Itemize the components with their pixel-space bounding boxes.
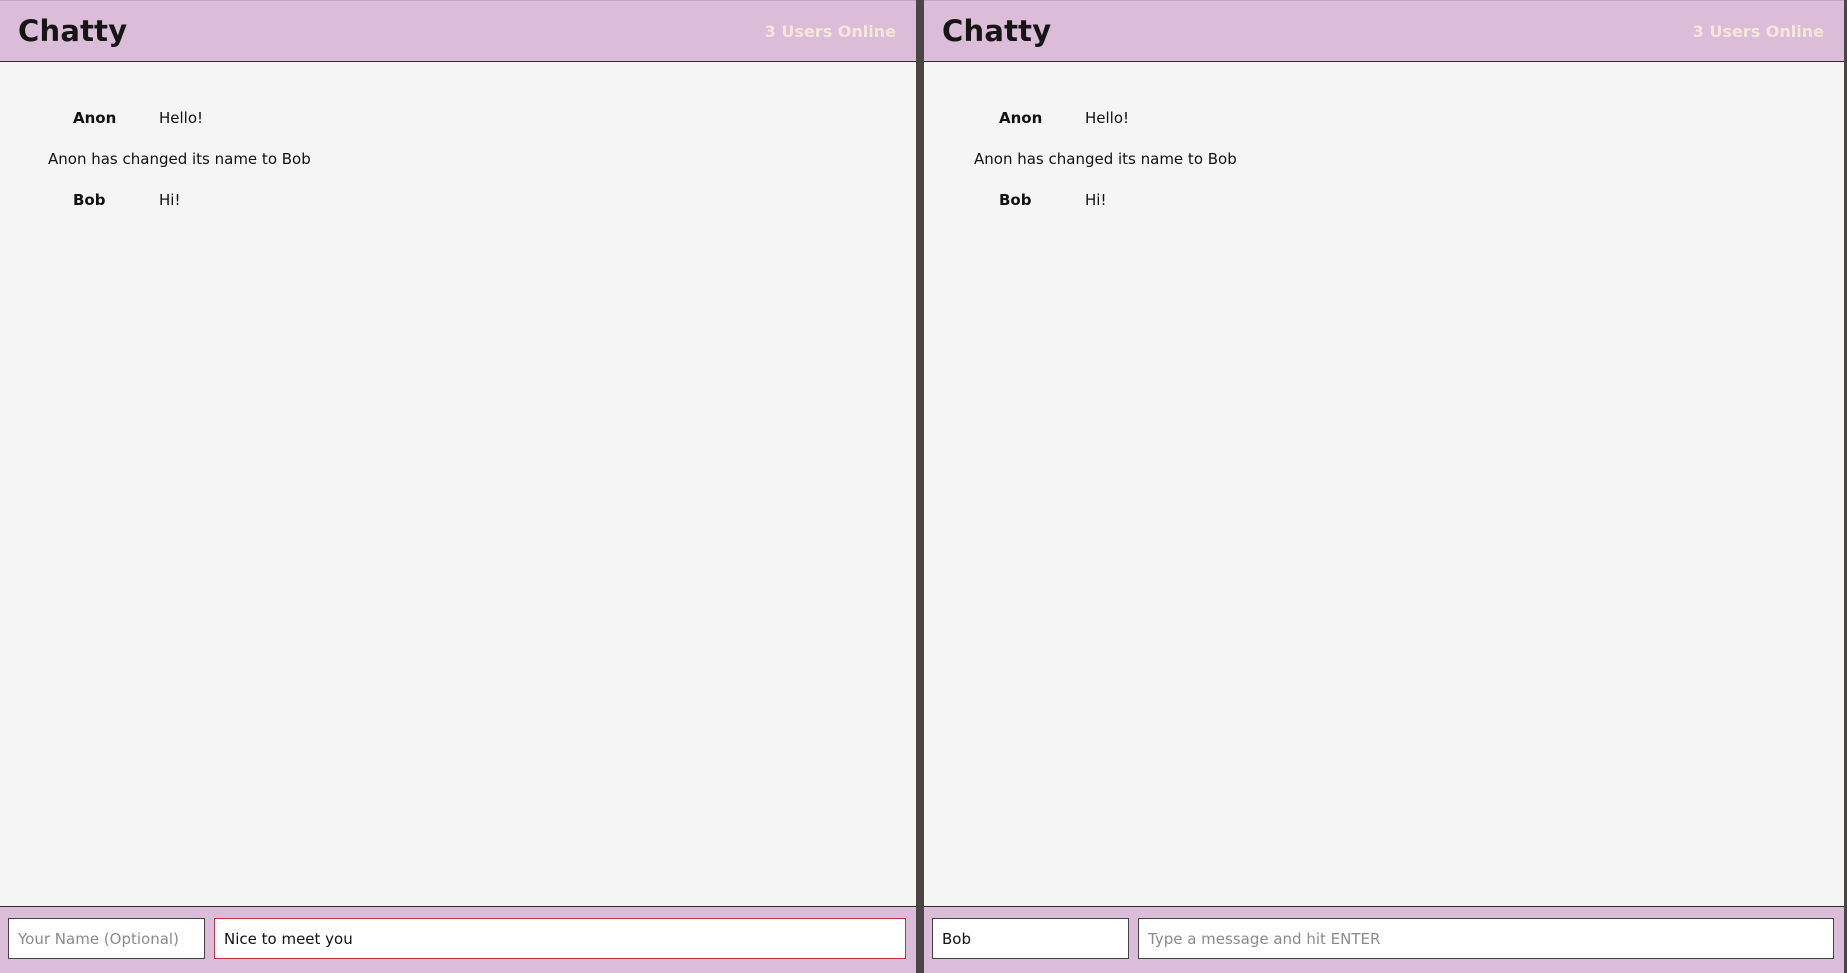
message-item: Bob Hi! (0, 191, 916, 215)
message-input[interactable] (214, 918, 906, 959)
message-username: Bob (73, 191, 106, 209)
message-username: Anon (73, 109, 117, 127)
message-input[interactable] (1138, 918, 1834, 959)
brand-title[interactable]: Chatty (18, 14, 127, 48)
username-input[interactable] (8, 918, 205, 959)
message-item: Anon Hello! (0, 109, 916, 133)
chat-window-right: Chatty 3 Users Online Anon Hello! Anon h… (924, 0, 1844, 973)
notification-message: Anon has changed its name to Bob (48, 150, 311, 168)
brand-title[interactable]: Chatty (942, 14, 1051, 48)
chatbar (924, 906, 1844, 973)
message-content: Hi! (1085, 191, 1107, 209)
users-online-count: 3 Users Online (764, 22, 896, 41)
chatbar (0, 906, 916, 973)
message-item: Bob Hi! (924, 191, 1844, 215)
navbar: Chatty 3 Users Online (0, 0, 916, 62)
message-username: Anon (999, 109, 1043, 127)
message-list: Anon Hello! Anon has changed its name to… (924, 61, 1844, 907)
username-input[interactable] (932, 918, 1129, 959)
users-online-count: 3 Users Online (1692, 22, 1824, 41)
message-list: Anon Hello! Anon has changed its name to… (0, 61, 916, 907)
navbar: Chatty 3 Users Online (924, 0, 1844, 62)
message-username: Bob (999, 191, 1032, 209)
screen: Chatty 3 Users Online Anon Hello! Anon h… (0, 0, 1847, 973)
message-content: Hello! (1085, 109, 1130, 127)
notification-message: Anon has changed its name to Bob (974, 150, 1237, 168)
message-content: Hello! (159, 109, 204, 127)
message-content: Hi! (159, 191, 181, 209)
message-item: Anon Hello! (924, 109, 1844, 133)
chat-window-left: Chatty 3 Users Online Anon Hello! Anon h… (0, 0, 916, 973)
